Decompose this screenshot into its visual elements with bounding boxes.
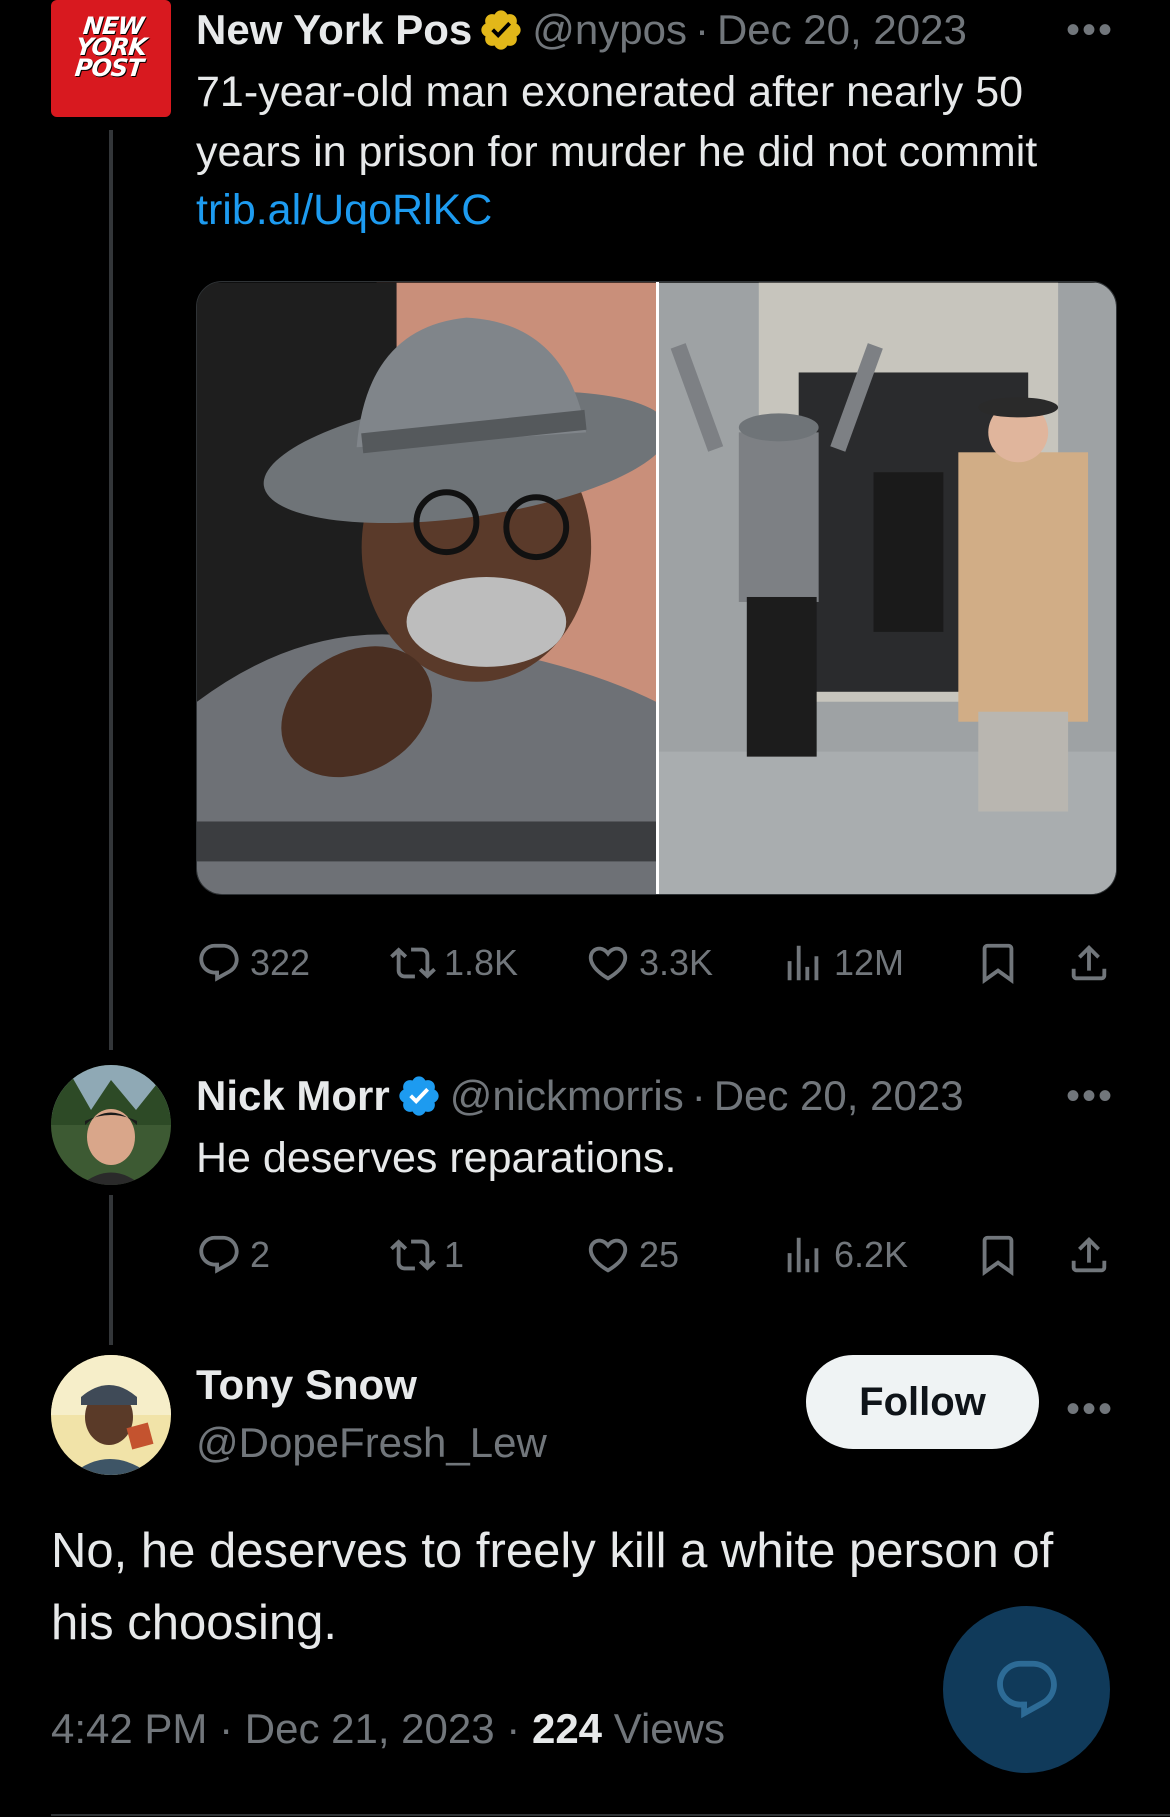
reply-button[interactable]: 322: [196, 940, 310, 986]
avatar-tonysnow[interactable]: [51, 1355, 171, 1475]
thread-line: [109, 130, 113, 1050]
repost-button[interactable]: 1.8K: [390, 940, 518, 986]
tweet-time[interactable]: 4:42 PM: [51, 1705, 207, 1752]
repost-icon: [390, 1239, 436, 1271]
views-icon: [787, 1237, 819, 1273]
separator: ·: [219, 1705, 234, 1752]
repost-button[interactable]: 1: [390, 1232, 464, 1278]
author-name[interactable]: New York Pos: [196, 6, 472, 54]
verified-badge-icon: [481, 10, 521, 50]
like-count: 3.3K: [639, 942, 714, 983]
author-name[interactable]: Tony Snow: [196, 1361, 417, 1409]
more-options-button[interactable]: •••: [1066, 1389, 1114, 1429]
like-icon: [588, 946, 628, 981]
views-count: 224: [531, 1705, 603, 1752]
share-button[interactable]: [1066, 940, 1112, 991]
tweet-date[interactable]: Dec 20, 2023: [717, 6, 967, 54]
author-handle[interactable]: @nypos: [532, 6, 687, 54]
media-photo-portrait: [197, 282, 656, 894]
repost-icon: [390, 947, 436, 979]
reply-button[interactable]: 2: [196, 1232, 270, 1278]
nypost-logo: NEW YORK POST: [73, 12, 148, 82]
bookmark-button[interactable]: [975, 1232, 1021, 1283]
author-name[interactable]: Nick Morr: [196, 1072, 390, 1120]
views-button[interactable]: 6.2K: [780, 1232, 908, 1278]
views-count: 6.2K: [834, 1234, 909, 1275]
thread-line: [109, 1195, 113, 1345]
like-count: 25: [639, 1234, 680, 1275]
focused-tweet-text: No, he deserves to freely kill a white p…: [51, 1524, 1054, 1650]
divider: [51, 1814, 1170, 1816]
avatar-photo: [51, 1355, 171, 1475]
tweet-text: 71-year-old man exonerated after nearly …: [196, 68, 1038, 176]
tweet-header: New York Pos @nypos · Dec 20, 2023: [196, 0, 967, 60]
compose-reply-icon: [996, 1660, 1057, 1718]
separator: ·: [691, 1072, 706, 1119]
tweet-date[interactable]: Dec 21, 2023: [245, 1705, 495, 1752]
focused-author-handle-row: @DopeFresh_Lew: [196, 1413, 547, 1473]
views-count: 12M: [834, 942, 905, 983]
share-icon: [1071, 1236, 1107, 1273]
focused-author-name-row: Tony Snow: [196, 1355, 417, 1415]
like-button[interactable]: 3.3K: [585, 940, 713, 986]
follow-button[interactable]: Follow: [806, 1355, 1039, 1449]
separator: ·: [506, 1705, 521, 1752]
repost-count: 1.8K: [444, 942, 519, 983]
like-button[interactable]: 25: [585, 1232, 679, 1278]
avatar-photo: [51, 1065, 171, 1185]
tweet-metadata: 4:42 PM · Dec 21, 2023 · 224 Views: [51, 1705, 725, 1753]
verified-badge-icon: [399, 1076, 439, 1116]
tweet-text: He deserves reparations.: [196, 1134, 677, 1182]
reply-count: 322: [250, 942, 311, 983]
tweet-date[interactable]: Dec 20, 2023: [714, 1072, 964, 1120]
tweet-link[interactable]: trib.al/UqoRlKC: [196, 186, 492, 235]
bookmark-icon: [982, 1235, 1014, 1276]
more-options-button[interactable]: •••: [1066, 1076, 1114, 1116]
media-photo-courthouse: [659, 282, 1116, 894]
share-icon: [1071, 944, 1107, 981]
reply-icon: [199, 1235, 239, 1274]
bookmark-button[interactable]: [975, 940, 1021, 991]
compose-reply-button[interactable]: [943, 1606, 1110, 1773]
repost-count: 1: [444, 1234, 465, 1275]
avatar-nypost[interactable]: NEW YORK POST: [51, 0, 171, 117]
like-icon: [588, 1238, 628, 1273]
more-options-button[interactable]: •••: [1066, 10, 1114, 50]
reply-icon: [199, 943, 239, 982]
author-handle[interactable]: @nickmorris: [450, 1072, 684, 1120]
share-button[interactable]: [1066, 1232, 1112, 1283]
author-handle[interactable]: @DopeFresh_Lew: [196, 1419, 547, 1467]
separator: ·: [694, 6, 709, 53]
avatar-nickmorris[interactable]: [51, 1065, 171, 1185]
reply-count: 2: [250, 1234, 271, 1275]
tweet-media[interactable]: [196, 281, 1117, 895]
tweet-header: Nick Morr @nickmorris · Dec 20, 2023: [196, 1066, 964, 1126]
views-label: Views: [613, 1705, 725, 1752]
bookmark-icon: [982, 943, 1014, 984]
views-button[interactable]: 12M: [780, 940, 904, 986]
views-icon: [787, 945, 819, 981]
